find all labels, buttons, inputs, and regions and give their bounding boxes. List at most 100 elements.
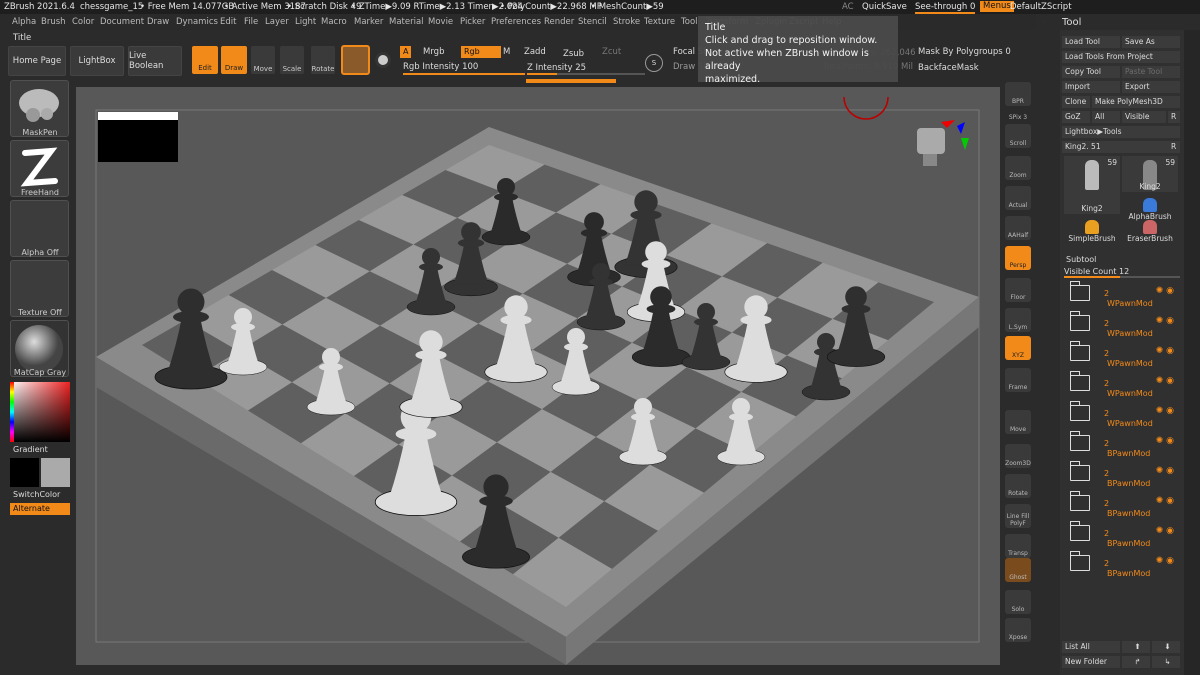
save-as-button[interactable]: Save As bbox=[1122, 36, 1180, 48]
visibility-eye-icon[interactable]: ✺ ◉ bbox=[1156, 436, 1174, 446]
paste-tool-button[interactable]: Paste Tool bbox=[1122, 66, 1180, 78]
subtool-item[interactable]: 2 BPawnMod ✺ ◉ bbox=[1064, 461, 1180, 491]
shelf-zoom3d-button[interactable]: Zoom3D bbox=[1005, 444, 1031, 468]
material-swatch-button[interactable] bbox=[341, 45, 370, 75]
z-intensity-slider[interactable]: Z Intensity 25 bbox=[527, 63, 586, 73]
rotate-button[interactable]: Rotate bbox=[311, 46, 335, 74]
tool-thumb-simplebrush[interactable]: SimpleBrush bbox=[1064, 216, 1120, 244]
shelf-line-fill-polyf-button[interactable]: Line Fill PolyF bbox=[1005, 504, 1031, 528]
shelf-bpr-button[interactable]: BPR bbox=[1005, 82, 1031, 106]
mrgb-toggle[interactable]: Mrgb bbox=[423, 47, 444, 57]
menu-layer[interactable]: Layer bbox=[265, 17, 289, 27]
shelf-scroll-button[interactable]: Scroll bbox=[1005, 124, 1031, 148]
tool-thumb-eraserbrush[interactable]: EraserBrush bbox=[1122, 216, 1178, 244]
zcut-toggle[interactable]: Zcut bbox=[602, 47, 621, 57]
shelf-spix-3-button[interactable]: SPix 3 bbox=[1005, 110, 1031, 122]
shelf-move-button[interactable]: Move bbox=[1005, 410, 1031, 434]
visibility-eye-icon[interactable]: ✺ ◉ bbox=[1156, 466, 1174, 476]
secondary-color-swatch[interactable] bbox=[41, 458, 70, 487]
subtool-item[interactable]: 2 BPawnMod ✺ ◉ bbox=[1064, 521, 1180, 551]
shelf-zoom-button[interactable]: Zoom bbox=[1005, 156, 1031, 180]
new-folder-button[interactable]: New Folder bbox=[1062, 656, 1120, 668]
shelf-solo-button[interactable]: Solo bbox=[1005, 590, 1031, 614]
backface-mask-button[interactable]: BackfaceMask bbox=[918, 63, 979, 73]
tool-thumb-king2[interactable]: King2 59 bbox=[1064, 156, 1120, 214]
default-zscript[interactable]: DefaultZScript bbox=[1010, 2, 1072, 12]
all-button[interactable]: All bbox=[1092, 111, 1120, 123]
move-up-icon[interactable]: ⬆ bbox=[1122, 641, 1150, 653]
live-boolean-button[interactable]: Live Boolean bbox=[128, 46, 182, 76]
quicksave-button[interactable]: QuickSave bbox=[862, 2, 907, 12]
menu-stencil[interactable]: Stencil bbox=[578, 17, 607, 27]
menu-alpha[interactable]: Alpha bbox=[12, 17, 36, 27]
menu-preferences[interactable]: Preferences bbox=[491, 17, 541, 27]
subtool-item[interactable]: 2 WPawnMod ✺ ◉ bbox=[1064, 281, 1180, 311]
visible-count-slider[interactable]: Visible Count 12 bbox=[1064, 267, 1129, 276]
rgb-toggle[interactable]: Rgb bbox=[461, 46, 501, 58]
hue-strip[interactable] bbox=[10, 382, 14, 442]
tool-thumb-king2[interactable]: King2 59 bbox=[1122, 156, 1178, 192]
move-down-icon[interactable]: ⬇ bbox=[1152, 641, 1180, 653]
visibility-eye-icon[interactable]: ✺ ◉ bbox=[1156, 316, 1174, 326]
menu-color[interactable]: Color bbox=[72, 17, 94, 27]
visibility-eye-icon[interactable]: ✺ ◉ bbox=[1156, 526, 1174, 536]
shelf-xyz-button[interactable]: XYZ bbox=[1005, 336, 1031, 360]
menu-file[interactable]: File bbox=[244, 17, 258, 27]
load-tools-from-project-button[interactable]: Load Tools From Project bbox=[1062, 51, 1180, 63]
mask-by-polygroups-slider[interactable]: Mask By Polygroups 0 bbox=[918, 47, 1011, 57]
rgb-intensity-track[interactable] bbox=[403, 73, 525, 75]
menu-macro[interactable]: Macro bbox=[321, 17, 347, 27]
document-canvas[interactable] bbox=[76, 87, 1000, 665]
subtool-item[interactable]: 2 WPawnMod ✺ ◉ bbox=[1064, 341, 1180, 371]
arrow-up-right-icon[interactable]: ↱ bbox=[1122, 656, 1150, 668]
shelf-aahalf-button[interactable]: AAHalf bbox=[1005, 216, 1031, 240]
z-intensity-track[interactable] bbox=[527, 73, 645, 75]
visibility-eye-icon[interactable]: ✺ ◉ bbox=[1156, 346, 1174, 356]
goz-button[interactable]: GoZ bbox=[1062, 111, 1090, 123]
shelf-frame-button[interactable]: Frame bbox=[1005, 368, 1031, 392]
visibility-eye-icon[interactable]: ✺ ◉ bbox=[1156, 556, 1174, 566]
alternate-button[interactable]: Alternate bbox=[10, 503, 70, 515]
rgb-intensity-slider[interactable]: Rgb Intensity 100 bbox=[403, 62, 478, 72]
menu-brush[interactable]: Brush bbox=[41, 17, 66, 27]
subtool-item[interactable]: 2 BPawnMod ✺ ◉ bbox=[1064, 491, 1180, 521]
stroke-icon[interactable] bbox=[375, 52, 391, 68]
visible-count-track[interactable] bbox=[1064, 276, 1180, 278]
color-picker[interactable] bbox=[10, 382, 70, 442]
tool-r-button[interactable]: R bbox=[1168, 141, 1180, 153]
a-toggle[interactable]: A bbox=[400, 46, 412, 58]
see-through-slider[interactable]: See-through 0 bbox=[915, 2, 976, 14]
shelf-ghost-button[interactable]: Ghost bbox=[1005, 558, 1031, 582]
arrow-down-right-icon[interactable]: ↳ bbox=[1152, 656, 1180, 668]
menu-stroke[interactable]: Stroke bbox=[613, 17, 640, 27]
shelf-persp-button[interactable]: Persp bbox=[1005, 246, 1031, 270]
menus-button[interactable]: Menus bbox=[980, 1, 1014, 12]
visibility-eye-icon[interactable]: ✺ ◉ bbox=[1156, 406, 1174, 416]
tool-slider[interactable]: King2. 51 bbox=[1062, 141, 1168, 153]
list-all-button[interactable]: List All bbox=[1062, 641, 1120, 653]
subtool-item[interactable]: 2 WPawnMod ✺ ◉ bbox=[1064, 371, 1180, 401]
menu-tool[interactable]: Tool bbox=[681, 17, 698, 27]
shelf-transp-button[interactable]: Transp bbox=[1005, 534, 1031, 558]
chessboard-viewport[interactable] bbox=[76, 87, 1000, 665]
subtool-item[interactable]: 2 BPawnMod ✺ ◉ bbox=[1064, 551, 1180, 581]
menu-texture[interactable]: Texture bbox=[644, 17, 675, 27]
subtool-item[interactable]: 2 BPawnMod ✺ ◉ bbox=[1064, 431, 1180, 461]
load-tool-button[interactable]: Load Tool bbox=[1062, 36, 1120, 48]
menu-movie[interactable]: Movie bbox=[428, 17, 453, 27]
switchcolor-button[interactable]: SwitchColor bbox=[13, 490, 60, 499]
visibility-eye-icon[interactable]: ✺ ◉ bbox=[1156, 286, 1174, 296]
lightbox-tools-button[interactable]: Lightbox▶Tools bbox=[1062, 126, 1180, 138]
visible-button[interactable]: Visible bbox=[1122, 111, 1166, 123]
menu-dynamics[interactable]: Dynamics bbox=[176, 17, 218, 27]
copy-tool-button[interactable]: Copy Tool bbox=[1062, 66, 1120, 78]
import-button[interactable]: Import bbox=[1062, 81, 1120, 93]
subtool-item[interactable]: 2 WPawnMod ✺ ◉ bbox=[1064, 401, 1180, 431]
subtool-item[interactable]: 2 WPawnMod ✺ ◉ bbox=[1064, 311, 1180, 341]
zadd-toggle[interactable]: Zadd bbox=[524, 47, 546, 57]
menu-render[interactable]: Render bbox=[544, 17, 574, 27]
shelf-actual-button[interactable]: Actual bbox=[1005, 186, 1031, 210]
menu-document[interactable]: Document bbox=[100, 17, 144, 27]
panel-scrollbar[interactable] bbox=[1184, 30, 1200, 675]
m-toggle[interactable]: M bbox=[503, 47, 510, 57]
